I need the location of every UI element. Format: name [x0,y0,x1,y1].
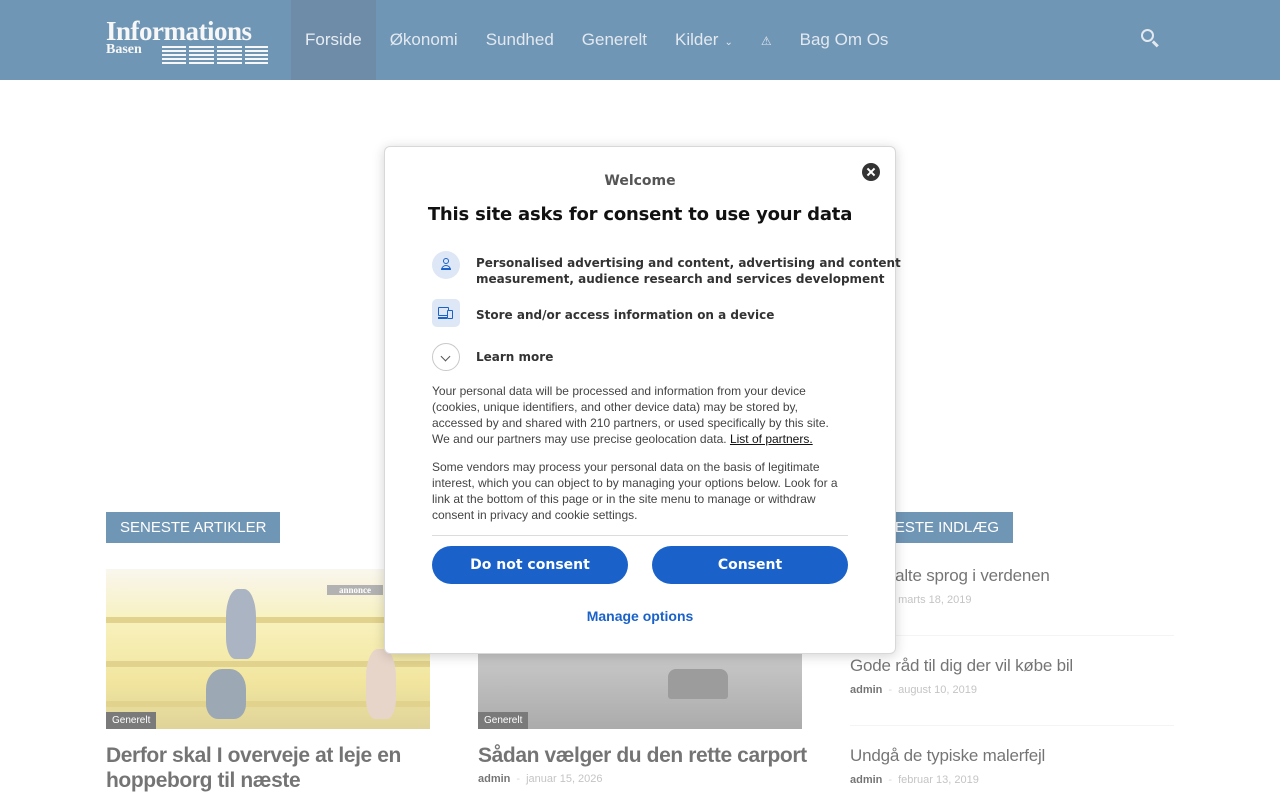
purpose-label: Personalised advertising and content, ad… [476,256,901,286]
purpose-label: Store and/or access information on a dev… [476,308,775,322]
consent-description: Your personal data will be processed and… [432,384,829,446]
consent-button[interactable]: Consent [652,546,848,584]
legitimate-interest-description: Some vendors may process your personal d… [432,460,838,522]
partners-link[interactable]: List of partners. [730,432,813,446]
manage-options-link[interactable]: Manage options [385,608,895,624]
do-not-consent-button[interactable]: Do not consent [432,546,628,584]
user-icon [432,251,460,279]
chevron-down-icon[interactable] [432,343,460,371]
divider [432,535,848,536]
dialog-heading: This site asks for consent to use your d… [427,204,853,225]
dialog-welcome: Welcome [604,173,676,189]
consent-dialog: Welcome This site asks for consent to us… [384,146,901,654]
devices-icon [432,299,460,327]
learn-more-label[interactable]: Learn more [476,349,553,365]
